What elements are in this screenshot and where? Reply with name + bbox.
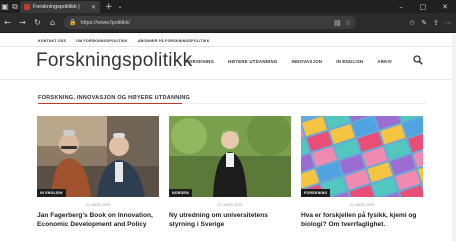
window-controls: – □ ✕ [390,0,456,13]
url-text[interactable]: https://www.fpolitikk/ [80,20,330,26]
nav-item-forskning[interactable]: FORSKNING [186,59,214,64]
tab-title: Forskningspolitikk | [33,4,80,10]
favorites-icon[interactable]: ✩ [409,19,415,27]
article-image[interactable]: IN ENGLISH [37,116,159,197]
divider [182,103,426,104]
article-date: 20. MARS 2019 [349,203,375,207]
lock-icon: 🔒 [69,19,77,26]
category-badge[interactable]: NORDEN [169,189,192,197]
browser-toolbar: ✩ ✎ ⇪ ⋯ [409,13,452,33]
site-logo[interactable]: Forskningspolitikk [36,50,192,72]
site-favicon-icon [24,4,30,10]
section-underline [38,103,182,104]
top-link-contact[interactable]: KONTAKT OSS [38,39,66,43]
article-card[interactable]: NORDEN 20. MARS 2019 Ny utredning om uni… [169,116,291,229]
nav-item-innovasjon[interactable]: INNOVASJON [291,59,322,64]
page-scrollbar[interactable] [452,34,456,241]
home-icon[interactable]: ⌂ [45,13,60,33]
top-link-subscribe[interactable]: ABONNER PÅ FORSKNINGSPOLITIKK [138,39,210,43]
divider [0,79,456,80]
share-icon[interactable]: ⇪ [433,19,439,27]
tab-dropdown-icon[interactable]: ⌄ [118,3,123,10]
article-title[interactable]: Ny utredning om universitetens styrning … [169,212,291,229]
browser-address-bar: ← → ↻ ⌂ 🔒 https://www.fpolitikk/ ▤ ☆ ✩ ✎… [0,13,456,33]
section-title: FORSKNING, INNOVASJON OG HØYERE UTDANNIN… [38,95,190,101]
tab-actions-icon[interactable]: ▣ [0,0,10,13]
browser-tab[interactable]: Forskningspolitikk | ✕ [20,1,100,13]
refresh-icon[interactable]: ↻ [30,13,45,33]
tab-list-icon[interactable]: ⧉ [10,0,20,13]
back-arrow-icon[interactable]: ← [0,13,15,33]
top-link-about[interactable]: OM FORSKNINGSPOLITIKK [76,39,128,43]
article-date: 20. MARS 2019 [85,203,111,207]
minimize-button[interactable]: – [390,0,412,13]
close-window-button[interactable]: ✕ [434,0,456,13]
nav-item-in-english[interactable]: IN ENGLISH [336,59,363,64]
url-field[interactable]: 🔒 https://www.fpolitikk/ ▤ ☆ [64,16,356,29]
article-date: 20. MARS 2019 [217,203,243,207]
article-card[interactable]: FORSKNING 20. MARS 2019 Hva er forskjell… [301,116,423,229]
forward-arrow-icon[interactable]: → [15,13,30,33]
more-menu-icon[interactable]: ⋯ [445,19,452,27]
divider [0,46,456,47]
browser-tab-bar: ▣ ⧉ Forskningspolitikk | ✕ + ⌄ – □ ✕ [0,0,456,13]
favorite-star-icon[interactable]: ☆ [345,19,351,27]
nav-item-hoyere-utdanning[interactable]: HØYERE UTDANNING [228,59,277,64]
tab-close-icon[interactable]: ✕ [91,4,96,11]
top-links: KONTAKT OSS OM FORSKNINGSPOLITIKK ABONNE… [38,39,210,43]
main-nav: FORSKNING HØYERE UTDANNING INNOVASJON IN… [186,59,392,64]
web-page: KONTAKT OSS OM FORSKNINGSPOLITIKK ABONNE… [0,34,456,241]
article-image[interactable]: NORDEN [169,116,291,197]
category-badge[interactable]: IN ENGLISH [37,189,66,197]
nav-item-arkiv[interactable]: ARKIV [377,59,392,64]
pen-icon[interactable]: ✎ [421,19,427,27]
search-icon[interactable] [413,55,423,65]
category-badge[interactable]: FORSKNING [301,189,331,197]
article-image[interactable]: FORSKNING [301,116,423,197]
article-title[interactable]: Jan Fagerberg's Book on Innovation, Econ… [37,212,159,229]
reading-view-icon[interactable]: ▤ [334,19,341,27]
maximize-button[interactable]: □ [412,0,434,13]
article-card[interactable]: IN ENGLISH 20. MARS 2019 Jan Fagerberg's… [37,116,159,229]
new-tab-button[interactable]: + [105,2,113,12]
article-title[interactable]: Hva er forskjellen på fysikk, kjemi og b… [301,212,423,229]
